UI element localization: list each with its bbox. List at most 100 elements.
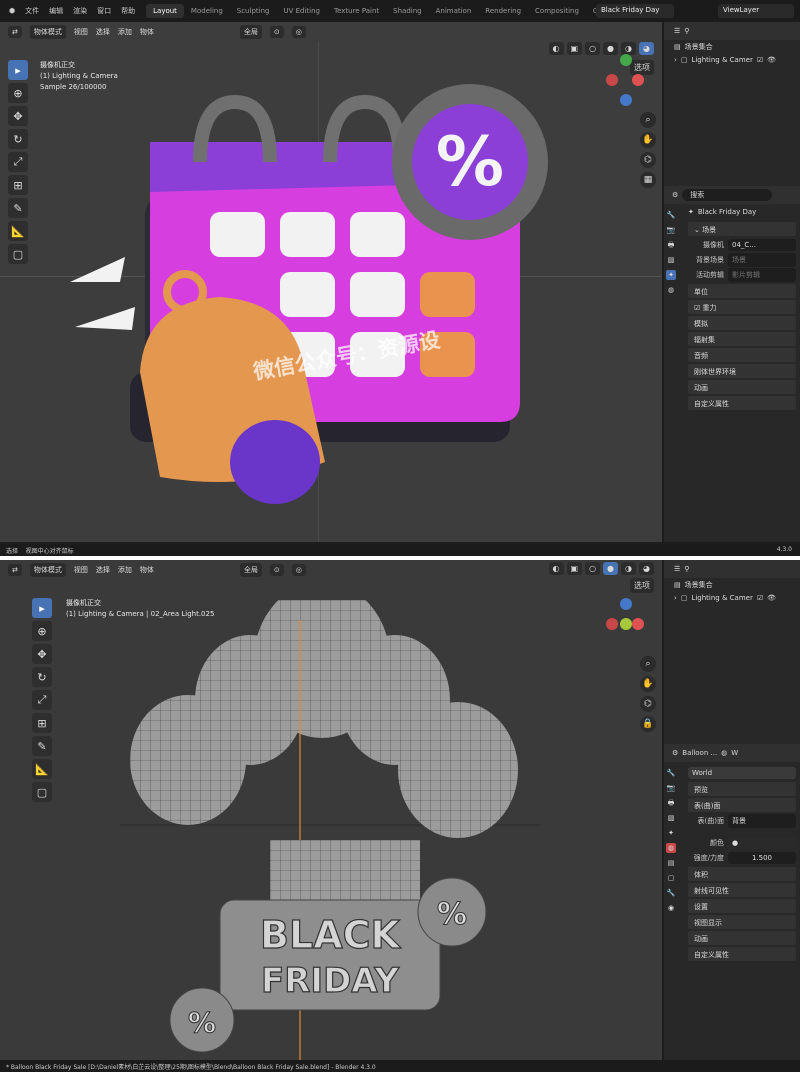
tab-animation[interactable]: Animation xyxy=(429,4,479,18)
object-mode-dropdown-2[interactable]: 物体模式 xyxy=(29,563,66,577)
tab-sculpting[interactable]: Sculpting xyxy=(230,4,277,18)
navigation-gizmo-2[interactable] xyxy=(606,598,646,658)
overlay-icon-2[interactable]: ◐ xyxy=(548,562,564,575)
panel-rigid-body-world[interactable]: 刚体世界环境 xyxy=(688,364,796,378)
outliner-type-icon[interactable]: ☰ xyxy=(674,27,680,35)
axis-x-neg-icon[interactable] xyxy=(606,74,618,86)
outliner-item-2[interactable]: › ▢ Lighting & Camer ☑ 👁 xyxy=(664,591,800,604)
rotate-icon-2[interactable]: ↻ xyxy=(32,667,52,687)
axis-x-icon[interactable] xyxy=(632,74,644,86)
strength-field[interactable]: 1.500 xyxy=(728,852,796,864)
checkbox-icon[interactable]: ☑ xyxy=(757,56,763,64)
outliner-type-icon-2[interactable]: ☰ xyxy=(674,565,680,573)
axis-z-icon[interactable] xyxy=(620,94,632,106)
blender-logo-icon[interactable]: ⬢ xyxy=(4,7,20,15)
pan-hand-icon-2[interactable]: ✋ xyxy=(640,676,656,692)
panel-audio[interactable]: 音频 xyxy=(688,348,796,362)
eye-icon[interactable]: 👁 xyxy=(767,56,776,64)
measure-icon-2[interactable]: 📐 xyxy=(32,759,52,779)
properties-type-icon[interactable]: ⚙ xyxy=(672,191,678,199)
transform-icon-2[interactable]: ⊞ xyxy=(32,713,52,733)
camera-field[interactable]: 04_C... xyxy=(728,239,796,251)
rendered-shading-icon-2[interactable]: ◕ xyxy=(639,562,654,575)
view-layer-tab-icon[interactable]: ▧ xyxy=(666,255,676,265)
world-tab-icon-2[interactable]: ◍ xyxy=(666,843,676,853)
scale-icon-2[interactable]: ⤢ xyxy=(32,690,52,710)
menu-object-2[interactable]: 物体 xyxy=(140,565,154,575)
move-icon[interactable]: ✥ xyxy=(8,106,28,126)
properties-type-icon-2[interactable]: ⚙ xyxy=(672,749,678,757)
properties-search[interactable]: 搜索 xyxy=(682,189,773,201)
axis-x-neg-icon-2[interactable] xyxy=(606,618,618,630)
output-tab-icon[interactable]: 🖶 xyxy=(666,240,676,250)
render-tab-icon[interactable]: 📷 xyxy=(666,225,676,235)
menu-add[interactable]: 添加 xyxy=(118,27,132,37)
navigation-gizmo[interactable] xyxy=(606,54,646,114)
scene-tab-icon[interactable]: ✦ xyxy=(666,270,676,280)
panel-simulation[interactable]: 模拟 xyxy=(688,316,796,330)
panel-gravity[interactable]: ☑ 重力 xyxy=(688,300,796,314)
active-clip-field[interactable]: 影片剪辑 xyxy=(728,268,796,282)
transform-orientation-dropdown[interactable]: 全局 xyxy=(239,25,262,39)
object-mode-dropdown[interactable]: 物体模式 xyxy=(29,25,66,39)
panel-scene[interactable]: ⌄ 场景 xyxy=(688,222,796,236)
editor-type-icon[interactable]: ⇄ xyxy=(8,26,22,38)
lock-icon-2[interactable]: 🔒 xyxy=(640,716,656,732)
outliner-item[interactable]: › ▢ Lighting & Camer ☑ 👁 xyxy=(664,53,800,66)
cursor-icon-2[interactable]: ⊕ xyxy=(32,621,52,641)
panel-preview[interactable]: 预览 xyxy=(688,782,796,796)
material-shading-icon-2[interactable]: ◑ xyxy=(621,562,637,575)
transform-icon[interactable]: ⊞ xyxy=(8,175,28,195)
move-icon-2[interactable]: ✥ xyxy=(32,644,52,664)
annotate-icon-2[interactable]: ✎ xyxy=(32,736,52,756)
menu-edit[interactable]: 编辑 xyxy=(44,6,68,16)
tab-compositing[interactable]: Compositing xyxy=(528,4,586,18)
axis-x-icon-2[interactable] xyxy=(632,618,644,630)
modifier-tab-icon-2[interactable]: 🔧 xyxy=(666,888,676,898)
menu-object[interactable]: 物体 xyxy=(140,27,154,37)
view-layer-selector[interactable]: ViewLayer xyxy=(718,4,794,18)
world-name-field[interactable]: World xyxy=(688,767,796,779)
scene-selector[interactable]: Black Friday Day xyxy=(596,4,674,18)
zoom-icon-2[interactable]: ⌕ xyxy=(640,656,656,672)
solid-shading-icon-2[interactable]: ● xyxy=(603,562,619,575)
wireframe-shading-icon-2[interactable]: ○ xyxy=(585,562,601,575)
proportional-edit-icon[interactable]: ◎ xyxy=(291,26,306,38)
panel-settings[interactable]: 设置 xyxy=(688,899,796,913)
xray-icon[interactable]: ▣ xyxy=(566,42,583,55)
axis-z-icon-2[interactable] xyxy=(620,598,632,610)
menu-help[interactable]: 帮助 xyxy=(116,6,140,16)
camera-view-icon[interactable]: ⌬ xyxy=(640,152,656,168)
panel-viewport-display[interactable]: 视图显示 xyxy=(688,915,796,929)
surface-field[interactable]: 背景 xyxy=(728,814,796,828)
xray-icon-2[interactable]: ▣ xyxy=(566,562,583,575)
tab-uv-editing[interactable]: UV Editing xyxy=(276,4,327,18)
axis-y-icon-2[interactable] xyxy=(620,618,632,630)
camera-view-icon-2[interactable]: ⌬ xyxy=(640,696,656,712)
background-scene-field[interactable]: 场景 xyxy=(728,253,796,267)
select-box-icon-2[interactable]: ▸ xyxy=(32,598,52,618)
panel-custom-properties[interactable]: 自定义属性 xyxy=(688,396,796,410)
measure-icon[interactable]: 📐 xyxy=(8,221,28,241)
menu-select-2[interactable]: 选择 xyxy=(96,565,110,575)
add-cube-icon-2[interactable]: ▢ xyxy=(32,782,52,802)
collection-tab-icon-2[interactable]: ▤ xyxy=(666,858,676,868)
scale-icon[interactable]: ⤢ xyxy=(8,152,28,172)
eye-icon-2[interactable]: 👁 xyxy=(767,594,776,602)
scene-tab-icon-2[interactable]: ✦ xyxy=(666,828,676,838)
color-field[interactable]: ● xyxy=(728,837,796,849)
zoom-icon[interactable]: ⌕ xyxy=(640,112,656,128)
panel-custom-properties-2[interactable]: 自定义属性 xyxy=(688,947,796,961)
options-button-2[interactable]: 选项 xyxy=(630,578,654,593)
checkbox-icon-2[interactable]: ☑ xyxy=(757,594,763,602)
tool-tab-icon[interactable]: 🔧 xyxy=(666,210,676,220)
snap-icon-2[interactable]: ⊙ xyxy=(269,564,284,576)
panel-keying-sets[interactable]: 辐射集 xyxy=(688,332,796,346)
rotate-icon[interactable]: ↻ xyxy=(8,129,28,149)
tab-shading[interactable]: Shading xyxy=(386,4,428,18)
menu-view[interactable]: 视图 xyxy=(74,27,88,37)
overlay-icon[interactable]: ◐ xyxy=(548,42,564,55)
menu-view-2[interactable]: 视图 xyxy=(74,565,88,575)
outliner-scene-collection-2[interactable]: ▤ 场景集合 xyxy=(664,578,800,591)
viewport-3d-2[interactable]: ⇄ 物体模式 视图 选择 添加 物体 全局 ⊙ ◎ ◐ ▣ ○ ● ◑ ◕ 选项… xyxy=(0,560,662,1060)
